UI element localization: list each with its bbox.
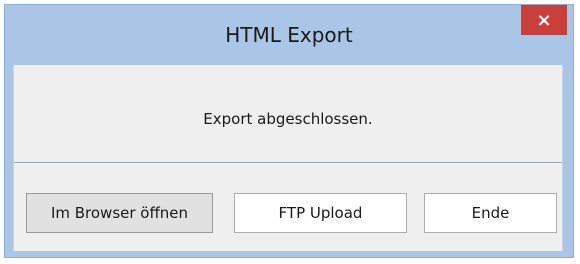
title-bar[interactable]: HTML Export × (5, 5, 573, 65)
window-title: HTML Export (225, 23, 353, 47)
open-in-browser-button[interactable]: Im Browser öffnen (26, 193, 213, 233)
close-button[interactable]: × (521, 5, 567, 35)
close-icon: × (536, 9, 552, 31)
status-message: Export abgeschlossen. (203, 110, 373, 128)
ftp-upload-button[interactable]: FTP Upload (234, 193, 407, 233)
end-button[interactable]: Ende (424, 193, 557, 233)
dialog-content: Export abgeschlossen. Im Browser öffnen … (13, 65, 563, 251)
divider (14, 162, 562, 163)
dialog-window: HTML Export × Export abgeschlossen. Im B… (4, 4, 574, 258)
